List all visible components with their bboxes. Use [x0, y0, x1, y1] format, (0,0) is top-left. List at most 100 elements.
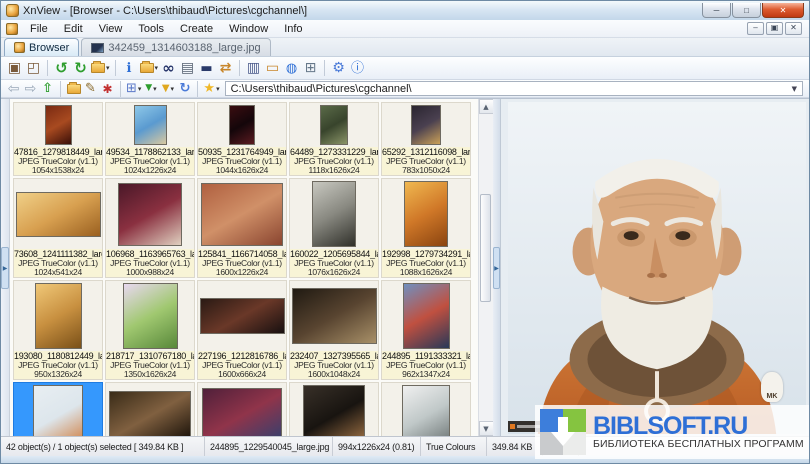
preview-pane: MK — [501, 99, 809, 436]
refresh-button[interactable]: ↻ — [176, 81, 193, 97]
info-button[interactable]: ⓘ — [348, 58, 367, 78]
thumbnail-filename: 106968_1163965763_la... — [106, 249, 194, 259]
back-button[interactable]: ⇦ — [5, 81, 22, 97]
pane-splitter[interactable]: ▶ — [493, 99, 501, 436]
view-button[interactable]: ▣ — [5, 58, 24, 78]
thumbnail-filename: 192998_1279734291_la... — [382, 249, 470, 259]
thumbnail-filename: 218717_1310767180_la... — [106, 351, 194, 361]
menu-item-info[interactable]: Info — [276, 22, 310, 36]
edit-button[interactable]: ✎ — [82, 81, 99, 97]
thumbnail-item[interactable]: 192998_1279734291_la...JPEG TrueColor (v… — [381, 178, 471, 278]
main-toolbar: ▣◰↺↻▾ℹ▾∞▤▬⇄▥▭◍⊞⚙ⓘ — [1, 57, 809, 80]
thumbnail-item[interactable]: 47816_1279818449_largeJPEG TrueColor (v1… — [13, 102, 103, 176]
title-bar[interactable]: XnView - [Browser - C:\Users\thibaud\Pic… — [1, 1, 809, 20]
convert-button[interactable]: ⇄ — [216, 58, 235, 78]
fullscreen-button[interactable]: ◰ — [24, 58, 43, 78]
tab-browser[interactable]: Browser — [4, 38, 79, 56]
menu-item-create[interactable]: Create — [172, 22, 221, 36]
thumbnail-item[interactable]: 160022_1205695844_la...JPEG TrueColor (v… — [289, 178, 379, 278]
minimize-icon[interactable]: ─ — [702, 3, 731, 18]
scan-button[interactable]: ▬ — [197, 58, 216, 78]
menu-item-window[interactable]: Window — [221, 22, 276, 36]
rotate-right-button[interactable]: ↻ — [71, 58, 90, 78]
menu-item-tools[interactable]: Tools — [130, 22, 172, 36]
biblsoft-download-icon — [540, 409, 586, 455]
thumbnail-item[interactable]: 64489_1273331229_largeJPEG TrueColor (v1… — [289, 102, 379, 176]
move-to-folder-button[interactable]: ▾ — [90, 58, 111, 78]
up-button[interactable]: ⇧ — [39, 81, 56, 97]
scroll-down-icon[interactable]: ▼ — [479, 421, 494, 436]
filter-button[interactable]: ▼▾ — [159, 81, 176, 97]
address-bar[interactable]: C:\Users\thibaud\Pictures\cgchannel\▼ — [225, 81, 803, 96]
thumbnail-scrollbar[interactable]: ▲ ▼ — [478, 99, 493, 436]
thumbnail-item[interactable] — [105, 382, 195, 436]
thumbnail-dimensions: 783x1050x24 — [382, 166, 470, 175]
web-page-button[interactable]: ◍ — [282, 58, 301, 78]
menu-item-view[interactable]: View — [91, 22, 131, 36]
capture-button[interactable]: ▥ — [244, 58, 263, 78]
thumbnail-item[interactable]: 218717_1310767180_la...JPEG TrueColor (v… — [105, 280, 195, 380]
info-icon: ⓘ — [351, 62, 364, 75]
slideshow-button[interactable]: ▭ — [263, 58, 282, 78]
favorites-button[interactable]: ★▾ — [202, 81, 220, 97]
thumbnail-item[interactable]: 227196_1212816786_la...JPEG TrueColor (v… — [197, 280, 287, 380]
scanner-icon: ▬ — [200, 62, 212, 75]
thumbnail-item[interactable] — [289, 382, 379, 436]
forward-button[interactable]: ⇨ — [22, 81, 39, 97]
view-image-icon: ▣ — [8, 61, 21, 75]
splitter-handle-icon[interactable]: ▶ — [493, 247, 500, 289]
thumbnail-item[interactable]: 106968_1163965763_la...JPEG TrueColor (v… — [105, 178, 195, 278]
sort-button[interactable]: ▼▾ — [142, 81, 159, 97]
thumbnail-item[interactable] — [381, 382, 471, 436]
thumbnail-item[interactable]: 65292_1312116098_largeJPEG TrueColor (v1… — [381, 102, 471, 176]
thumbnail-item[interactable]: 244895_1191333321_la...JPEG TrueColor (v… — [381, 280, 471, 380]
rotate-left-icon: ↺ — [55, 61, 68, 76]
close-icon[interactable]: ✕ — [762, 3, 804, 18]
properties-button[interactable]: ℹ — [120, 58, 139, 78]
thumbnail-item[interactable]: 193080_1180812449_la...JPEG TrueColor (v… — [13, 280, 103, 380]
new-folder-button[interactable] — [65, 81, 82, 97]
delete-button[interactable]: ✱ — [99, 81, 116, 97]
view-mode-button[interactable]: ⊞▾ — [125, 81, 142, 97]
scrollbar-thumb[interactable] — [480, 194, 491, 302]
settings-button[interactable]: ⚙ — [329, 58, 348, 78]
thumbnail-item[interactable]: 50935_1231764949_largeJPEG TrueColor (v1… — [197, 102, 287, 176]
thumbnail-item[interactable]: 73608_1241111382_largeJPEG TrueColor (v1… — [13, 178, 103, 278]
menu-item-edit[interactable]: Edit — [56, 22, 91, 36]
biblsoft-watermark: BIBLSOFT.RU БИБЛИОТЕКА БЕСПЛАТНЫХ ПРОГРА… — [535, 405, 809, 459]
thumbnail-image — [320, 105, 348, 145]
tab-342459-1314603188-large-jpg[interactable]: 342459_1314603188_large.jpg — [81, 38, 270, 56]
thumbnail-item[interactable]: 232407_1327395565_la...JPEG TrueColor (v… — [289, 280, 379, 380]
thumbnail-image — [33, 385, 83, 436]
address-dropdown-icon[interactable]: ▼ — [792, 85, 797, 93]
status-section-2: 994x1226x24 (0.81) — [333, 437, 421, 456]
folder-tree-collapsed[interactable]: ▶ — [1, 99, 10, 436]
refresh-icon: ↻ — [179, 82, 190, 95]
thumbnail-item[interactable]: 49534_1178862133_largeJPEG TrueColor (v1… — [105, 102, 195, 176]
copy-to-folder-button[interactable]: ▾ — [139, 58, 160, 78]
scroll-up-icon[interactable]: ▲ — [479, 99, 494, 114]
thumbnail-image-area — [106, 383, 194, 436]
scrollbar-track[interactable] — [479, 114, 494, 421]
thumbnail-image — [312, 181, 356, 247]
search-button[interactable]: ∞ — [159, 58, 178, 78]
thumbnail-format: JPEG TrueColor (v1.1) — [290, 157, 378, 166]
thumbnail-image — [134, 105, 167, 145]
toolbar-separator — [197, 81, 198, 97]
mdi-minimize-icon[interactable]: – — [747, 22, 764, 35]
expand-tree-icon[interactable]: ▶ — [1, 247, 9, 289]
mdi-close-icon[interactable]: ✕ — [785, 22, 802, 35]
thumbnail-item[interactable] — [197, 382, 287, 436]
thumbnail-selected[interactable] — [13, 382, 103, 436]
contact-sheet-icon: ⊞ — [305, 61, 317, 75]
print-button[interactable]: ▤ — [178, 58, 197, 78]
contact-sheet-button[interactable]: ⊞ — [301, 58, 320, 78]
rotate-left-button[interactable]: ↺ — [52, 58, 71, 78]
thumbnail-item[interactable]: 125841_1166714058_la...JPEG TrueColor (v… — [197, 178, 287, 278]
maximize-icon[interactable]: □ — [732, 3, 761, 18]
filter-icon: ▼ — [162, 84, 170, 94]
mdi-restore-icon[interactable]: ▣ — [766, 22, 783, 35]
menu-item-file[interactable]: File — [22, 22, 56, 36]
thumbnail-image-area — [106, 103, 194, 147]
thumbnail-image — [403, 283, 450, 349]
